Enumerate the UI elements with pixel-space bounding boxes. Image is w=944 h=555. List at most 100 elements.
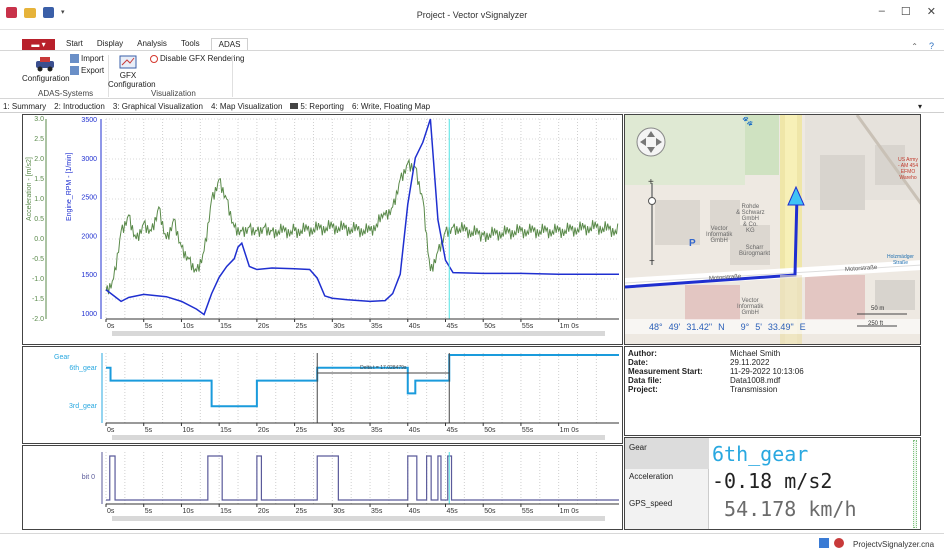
view-tab-map[interactable]: 4: Map Visualization [211,102,282,111]
view-tab-graphical[interactable]: 3: Graphical Visualization [113,102,203,111]
signal-name-acceleration: Acceleration [629,472,674,481]
ribbon-tabs: Start Display Analysis Tools ADAS [0,38,944,51]
gear-svg[interactable]: Gear 6th_gear 3rd_gear Delta t = 17.028479s… [23,347,623,444]
accel-tick-label: 3.0 [34,116,44,123]
gear-tick-label: 3rd_gear [69,403,98,410]
time-tick-label: 35s [371,508,383,515]
status-bar: Project vSignalyzer.cna [0,533,944,555]
tabs-dropdown-icon[interactable]: ▾ [918,102,922,111]
help-icon[interactable]: ? [929,41,934,51]
bit-line [106,455,619,501]
export-button[interactable]: Export [70,66,104,75]
rpm-line [105,118,619,316]
info-value: 29.11.2022 [730,358,770,367]
time-tick-label: 1m 0s [560,508,580,515]
time-tick-label: 50s [484,323,496,330]
tab-tools[interactable]: Tools [174,38,207,50]
tab-start[interactable]: Start [59,38,90,50]
map-label-holzmadger: Holzmädger Straße [887,254,914,266]
map-label-us-army: US Army - AM 454 EFMO Wareho [897,157,918,181]
import-label: Import [81,54,104,63]
time-tick-label: 10s [182,323,194,330]
value-scrollbar[interactable] [913,440,917,528]
view-tab-floating-map[interactable]: 6: Write, Floating Map [352,102,430,111]
paw-icon: 🐾 [742,116,754,126]
time-tick-label: 40s [409,427,421,434]
minimize-button[interactable]: – [879,5,885,18]
time-tick-label: 25s [296,323,308,330]
maximize-button[interactable]: ☐ [901,5,911,18]
accel-tick-label: 1.0 [34,196,44,203]
status-icon-1[interactable] [819,538,829,548]
view-tab-introduction[interactable]: 2: Introduction [54,102,105,111]
configuration-label: Configuration [22,74,70,83]
map-label-scharr: Scharr Bürogmarkt [739,245,771,257]
view-tab-summary[interactable]: 1: Summary [3,102,46,111]
tab-display[interactable]: Display [90,38,130,50]
group-adas-systems: ADAS-Systems [38,89,94,98]
signal-values-panel: Gear Acceleration GPS_speed 6th_gear -0.… [624,437,921,530]
gfx-label-1: GFX [119,71,137,80]
parking-icon: P [689,238,696,249]
zoom-in-button[interactable]: + [648,177,654,188]
disable-icon [150,54,158,63]
info-value: 11-29-2022 10:13:06 [730,367,804,376]
time-tick-label: 0s [107,323,115,330]
gfx-icon [119,55,137,69]
status-icon-2[interactable] [834,538,844,548]
info-key: Author: [628,349,657,358]
rpm-acceleration-svg[interactable]: 3.0 2.5 2.0 1.5 1.0 0.5 0.0 -0.5 -1.0 -1.5 -2.0 350… [23,115,623,345]
tab-analysis[interactable]: Analysis [130,38,174,50]
accel-tick-label: 0.5 [34,216,44,223]
gps-coordinates: 48° 49' 31.42" N 9° 5' 33.49" E [649,322,806,332]
time-tick-label: 40s [409,323,421,330]
configuration-button[interactable]: Configuration [22,54,70,83]
info-row-author: Author: Michael Smith [626,349,806,358]
rpm-tick-label: 3500 [81,117,97,124]
collapse-ribbon-icon[interactable]: ⌃ [911,42,918,51]
time-tick-label: 45s [446,427,458,434]
rpm-tick-label: 2000 [81,233,97,240]
gear-chart[interactable]: Gear 6th_gear 3rd_gear Delta t = 17.028479s… [22,346,623,444]
tab-adas[interactable]: ADAS [210,38,249,50]
lat-sec: 31.42" [686,322,713,332]
title-bar: ▾ Project - Vector vSignalyzer – ☐ ✕ [0,0,944,30]
bit-chart[interactable]: bit 0 0s 5s 10s 15s 20s 25s 30s 35s 40s 45s 50s 55s 1… [22,445,623,530]
disable-gfx-rendering-button[interactable]: Disable GFX Rendering [150,54,244,63]
accel-tick-label: 2.0 [34,156,44,163]
acceleration-axis-label: Acceleration - [m/s2] [26,157,33,221]
time-tick-label: 1m 0s [560,427,580,434]
view-tab-reporting[interactable]: 5: Reporting [290,102,344,111]
accel-tick-label: -2.0 [32,316,44,323]
time-tick-label: 55s [522,508,534,515]
info-table: Author: Michael Smith Date: 29.11.2022 Mea… [626,349,806,394]
lat-min: 49' [668,322,681,332]
scale-meters: 50 m [871,306,885,312]
time-tick-label: 5s [145,323,153,330]
info-key: Project: [628,385,658,394]
accel-tick-label: 0.0 [34,236,44,243]
zoom-out-button[interactable]: − [649,256,655,267]
signal-value-gps-speed: 54.178 km/h [712,497,857,521]
measurement-info-panel: Author: Michael Smith Date: 29.11.2022 Mea… [624,346,921,436]
lat-deg: 48° [649,322,663,332]
view-tab-reporting-label: 5: Reporting [300,102,344,111]
info-row-date: Date: 29.11.2022 [626,358,806,367]
ribbon: Configuration Import Export ADAS-Systems… [0,51,944,99]
gear-line [106,354,619,408]
bit-svg[interactable]: bit 0 0s 5s 10s 15s 20s 25s 30s 35s 40s 45s 50s 55s 1… [23,446,623,530]
accel-tick-label: -0.5 [32,256,44,263]
map-view[interactable]: + − 🐾 P Rohde & Schwarz GmbH & Co. KG Vector… [624,114,921,345]
import-button[interactable]: Import [70,54,104,63]
gfx-configuration-button[interactable]: GFX Configuration [108,55,156,89]
horizontal-scrollbar [112,516,605,521]
map-label-vector-2: Vector Informatik GmbH [737,298,764,316]
time-tick-label: 40s [409,508,421,515]
time-tick-label: 30s [333,323,345,330]
export-label: Export [81,66,105,75]
rpm-acceleration-chart[interactable]: 3.0 2.5 2.0 1.5 1.0 0.5 0.0 -0.5 -1.0 -1.5 -2.0 350… [22,114,623,345]
time-tick-label: 0s [107,508,115,515]
info-row-datafile: Data file: Data1008.mdf [626,376,806,385]
close-button[interactable]: ✕ [927,5,936,18]
time-tick-label: 20s [258,427,270,434]
